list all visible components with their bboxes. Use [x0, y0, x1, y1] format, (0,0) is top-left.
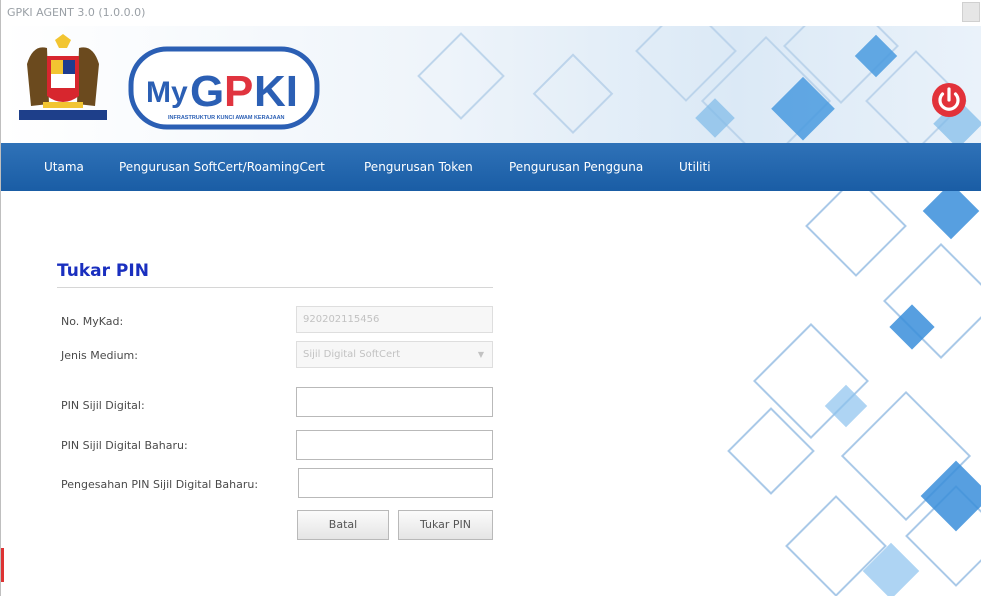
main-nav: Utama Pengurusan SoftCert/RoamingCert Pe…: [1, 143, 981, 191]
window-close-button[interactable]: [962, 2, 980, 22]
content-area: Tukar PIN No. MyKad: 920202115456 Jenis …: [1, 191, 981, 596]
change-pin-button[interactable]: Tukar PIN: [398, 510, 493, 540]
svg-text:G: G: [190, 67, 224, 116]
svg-text:My: My: [146, 76, 188, 109]
nav-item-softcert-roamingcert[interactable]: Pengurusan SoftCert/RoamingCert: [119, 143, 325, 191]
title-bar: GPKI AGENT 3.0 (1.0.0.0): [1, 0, 981, 26]
app-window: GPKI AGENT 3.0 (1.0.0.0) My G P KI INFRA…: [0, 0, 981, 596]
window-title: GPKI AGENT 3.0 (1.0.0.0): [7, 6, 146, 19]
power-icon[interactable]: [930, 81, 968, 119]
new-pin-label: PIN Sijil Digital Baharu:: [61, 439, 188, 452]
window-edge-marker: [1, 548, 4, 582]
medium-label: Jenis Medium:: [61, 349, 138, 362]
svg-text:P: P: [224, 67, 253, 116]
form-title: Tukar PIN: [57, 261, 149, 281]
pin-label: PIN Sijil Digital:: [61, 399, 145, 412]
new-pin-input[interactable]: [296, 430, 493, 460]
svg-text:KI: KI: [254, 67, 298, 116]
title-divider: [57, 287, 493, 288]
chevron-down-icon: ▼: [477, 350, 484, 359]
mykad-label: No. MyKad:: [61, 315, 124, 328]
mygpki-logo: My G P KI INFRASTRUKTUR KUNCI AWAM KERAJ…: [128, 46, 320, 130]
logo-subtext: INFRASTRUKTUR KUNCI AWAM KERAJAAN: [168, 115, 285, 121]
government-crest-logo: [19, 34, 107, 120]
cancel-button[interactable]: Batal: [297, 510, 389, 540]
medium-select: Sijil Digital SoftCert ▼: [296, 341, 493, 368]
medium-select-value: Sijil Digital SoftCert: [303, 349, 401, 360]
confirm-pin-label: Pengesahan PIN Sijil Digital Baharu:: [61, 478, 259, 491]
nav-item-token[interactable]: Pengurusan Token: [364, 143, 473, 191]
pin-input[interactable]: [296, 387, 493, 417]
nav-item-utiliti[interactable]: Utiliti: [679, 143, 711, 191]
confirm-pin-input[interactable]: [298, 468, 493, 498]
header-banner: My G P KI INFRASTRUKTUR KUNCI AWAM KERAJ…: [1, 26, 981, 143]
mykad-field: 920202115456: [296, 306, 493, 333]
nav-item-utama[interactable]: Utama: [44, 143, 84, 191]
nav-item-pengguna[interactable]: Pengurusan Pengguna: [509, 143, 643, 191]
